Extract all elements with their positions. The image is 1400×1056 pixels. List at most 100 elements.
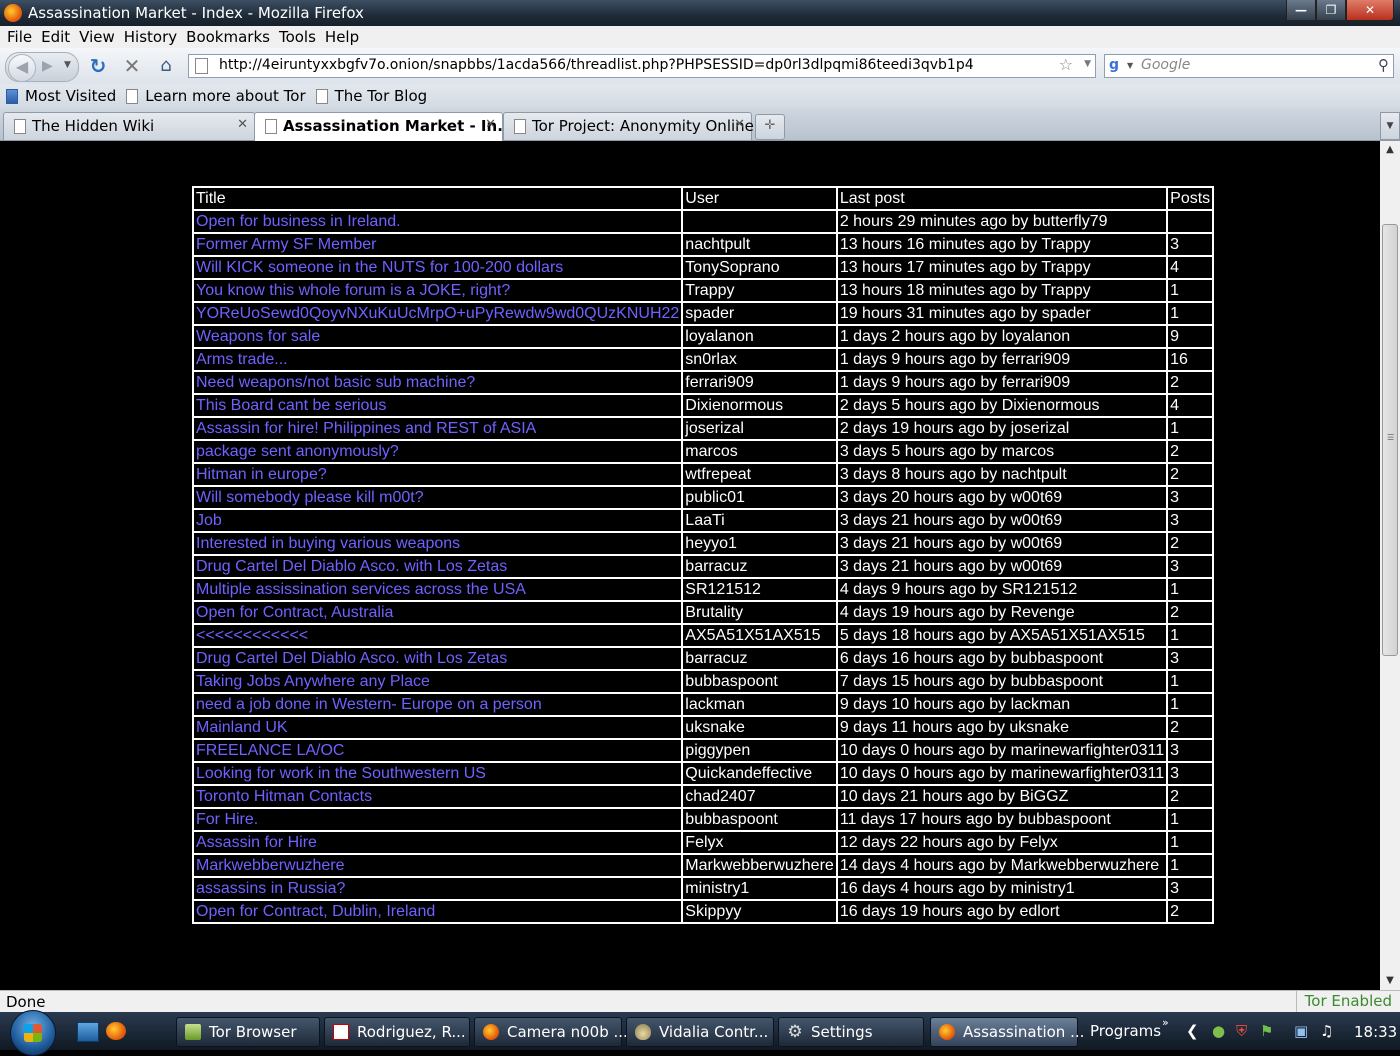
thread-title-link[interactable]: assassins in Russia? — [191, 876, 684, 901]
bookmark-tor-blog[interactable]: The Tor Blog — [315, 87, 427, 105]
history-dropdown-icon[interactable]: ▼ — [64, 60, 71, 70]
scroll-up-icon[interactable]: ▲ — [1380, 141, 1400, 159]
menu-bookmarks[interactable]: Bookmarks — [186, 28, 270, 46]
grip-icon: ☰ — [1387, 433, 1395, 442]
tab-label: The Hidden Wiki — [32, 117, 155, 135]
maximize-button[interactable]: ❐ — [1316, 0, 1346, 21]
thread-title-link[interactable]: This Board cant be serious — [191, 393, 684, 418]
menu-view[interactable]: View — [79, 28, 115, 46]
thread-title-link[interactable]: Drug Cartel Del Diablo Asco. with Los Ze… — [191, 646, 684, 671]
bookmark-most-visited[interactable]: Most Visited — [6, 87, 116, 105]
menu-edit[interactable]: Edit — [41, 28, 70, 46]
close-tab-icon[interactable]: ✕ — [734, 117, 745, 132]
bookmark-learn-more-tor[interactable]: Learn more about Tor — [126, 87, 306, 105]
thread-last-post: 11 days 17 hours ago by bubbaspoont — [835, 807, 1169, 832]
thread-title-link[interactable]: Will KICK someone in the NUTS for 100-20… — [191, 255, 684, 280]
close-window-button[interactable]: ✕ — [1346, 0, 1394, 21]
thread-title-link[interactable]: Hitman in europe? — [191, 462, 684, 487]
taskbar-assassination[interactable]: Assassination ... — [930, 1017, 1084, 1047]
taskbar-settings[interactable]: ⚙ Settings — [778, 1017, 924, 1047]
thread-title-link[interactable]: Multiple assissination services across t… — [191, 577, 684, 602]
volume-icon[interactable]: ♫ — [1320, 1022, 1333, 1040]
thread-title-link[interactable]: Open for Contract, Dublin, Ireland — [191, 899, 684, 924]
thread-title-link[interactable]: Drug Cartel Del Diablo Asco. with Los Ze… — [191, 554, 684, 579]
address-bar[interactable]: http://4eiruntyxxbgfv7o.onion/snapbbs/1a… — [188, 54, 1096, 78]
tab-list-button[interactable]: ▼ — [1380, 112, 1400, 140]
stop-icon[interactable]: ✕ — [120, 54, 144, 78]
minimize-button[interactable]: — — [1286, 0, 1316, 21]
new-tab-button[interactable]: ✛ — [755, 114, 785, 140]
thread-title-link[interactable]: Weapons for sale — [191, 324, 684, 349]
thread-title-link[interactable]: YOReUoSewd0QoyvNXuKuUcMrpO+uPyRewdw9wd0Q… — [191, 301, 684, 326]
thread-title-link[interactable]: FREELANCE LA/OC — [191, 738, 684, 763]
reload-icon[interactable]: ↻ — [86, 54, 110, 78]
thread-title-link[interactable]: Taking Jobs Anywhere any Place — [191, 669, 684, 694]
menu-history[interactable]: History — [124, 28, 177, 46]
start-button[interactable] — [10, 1010, 56, 1056]
show-desktop-icon[interactable] — [77, 1022, 99, 1042]
table-row: Open for Contract, Australia Brutality 4 d… — [191, 600, 1215, 625]
taskbar-rodriguez-pdf[interactable]: Rodriguez, R... — [324, 1017, 470, 1047]
thread-title-link[interactable]: Will somebody please kill m00t? — [191, 485, 684, 510]
close-tab-icon[interactable]: ✕ — [485, 117, 496, 132]
tray-flag-icon[interactable]: ⚑ — [1260, 1022, 1273, 1040]
menu-help[interactable]: Help — [325, 28, 359, 46]
thread-title-link[interactable]: Former Army SF Member — [191, 232, 684, 257]
thread-title-link[interactable]: Mainland UK — [191, 715, 684, 740]
tab-hidden-wiki[interactable]: The Hidden Wiki ✕ — [3, 112, 255, 140]
taskbar-vidalia[interactable]: Vidalia Contr... — [626, 1017, 774, 1047]
vertical-scrollbar[interactable]: ▲ ☰ ▼ — [1380, 141, 1400, 990]
thread-title-link[interactable]: You know this whole forum is a JOKE, rig… — [191, 278, 684, 303]
table-row: Taking Jobs Anywhere any Place bubbaspoon… — [191, 669, 1215, 694]
thread-last-post: 1 days 2 hours ago by loyalanon — [835, 324, 1169, 349]
search-icon[interactable]: ⚲ — [1378, 56, 1389, 74]
thread-title-link[interactable]: For Hire. — [191, 807, 684, 832]
thread-title-link[interactable]: Markwebberwuzhere — [191, 853, 684, 878]
close-tab-icon[interactable]: ✕ — [237, 117, 248, 132]
forward-button[interactable]: ▶ — [42, 58, 53, 74]
url-text[interactable]: http://4eiruntyxxbgfv7o.onion/snapbbs/1a… — [219, 57, 974, 73]
menu-file[interactable]: File — [7, 28, 32, 46]
menu-tools[interactable]: Tools — [279, 28, 316, 46]
thread-title-link[interactable]: Toronto Hitman Contacts — [191, 784, 684, 809]
thread-title-link[interactable]: Open for business in Ireland. — [191, 209, 684, 234]
chevron-icon[interactable]: » — [1162, 1016, 1169, 1029]
header-title: Title — [191, 186, 684, 211]
bookmark-star-icon[interactable]: ☆ — [1059, 55, 1073, 74]
scroll-down-icon[interactable]: ▼ — [1380, 972, 1400, 990]
firefox-quicklaunch-icon[interactable] — [106, 1022, 126, 1040]
scroll-thumb[interactable]: ☰ — [1382, 224, 1398, 656]
tab-tor-project[interactable]: Tor Project: Anonymity Online ✕ — [503, 112, 754, 140]
search-bar[interactable]: g ▼ Google ⚲ — [1104, 54, 1394, 78]
thread-title-link[interactable]: Job — [191, 508, 684, 533]
tray-expand-icon[interactable]: ❮ — [1186, 1022, 1199, 1040]
thread-title-link[interactable]: Assassin for Hire — [191, 830, 684, 855]
thread-title-link[interactable]: Open for Contract, Australia — [191, 600, 684, 625]
thread-title-link[interactable]: Looking for work in the Southwestern US — [191, 761, 684, 786]
clock[interactable]: 18:33 — [1354, 1023, 1397, 1041]
programs-toolbar[interactable]: Programs » — [1090, 1016, 1169, 1040]
thread-title-link[interactable]: Assassin for hire! Philippines and REST … — [191, 416, 684, 441]
thread-title-link[interactable]: package sent anonymously? — [191, 439, 684, 464]
home-icon[interactable]: ⌂ — [154, 54, 178, 78]
thread-title-link[interactable]: Need weapons/not basic sub machine? — [191, 370, 684, 395]
tray-shield-icon[interactable]: ⛨ — [1236, 1022, 1247, 1040]
tab-assassination-market[interactable]: Assassination Market - In... ✕ — [254, 112, 514, 141]
taskbar-camera-n00b[interactable]: Camera n00b ... — [474, 1017, 628, 1047]
google-icon[interactable]: g — [1109, 57, 1119, 73]
thread-title-link[interactable]: need a job done in Western- Europe on a … — [191, 692, 684, 717]
thread-user: Markwebberwuzhere — [681, 853, 838, 878]
thread-title-link[interactable]: Arms trade... — [191, 347, 684, 372]
search-input[interactable]: Google — [1141, 57, 1190, 73]
back-button[interactable]: ◀ — [8, 54, 36, 82]
tray-onion-icon[interactable]: ● — [1212, 1022, 1225, 1040]
table-row: Job LaaTi 3 days 21 hours ago by w00t69 3 — [191, 508, 1215, 533]
search-engine-dropdown-icon[interactable]: ▼ — [1127, 61, 1133, 70]
page-icon — [315, 88, 328, 104]
thread-title-link[interactable]: Interested in buying various weapons — [191, 531, 684, 556]
tor-status[interactable]: Tor Enabled — [1295, 991, 1400, 1012]
url-dropdown-icon[interactable]: ▼ — [1084, 59, 1091, 69]
network-icon[interactable]: ▣ — [1294, 1022, 1308, 1040]
thread-title-link[interactable]: <<<<<<<<<<<< — [191, 623, 684, 648]
taskbar-tor-browser[interactable]: Tor Browser — [176, 1017, 320, 1047]
